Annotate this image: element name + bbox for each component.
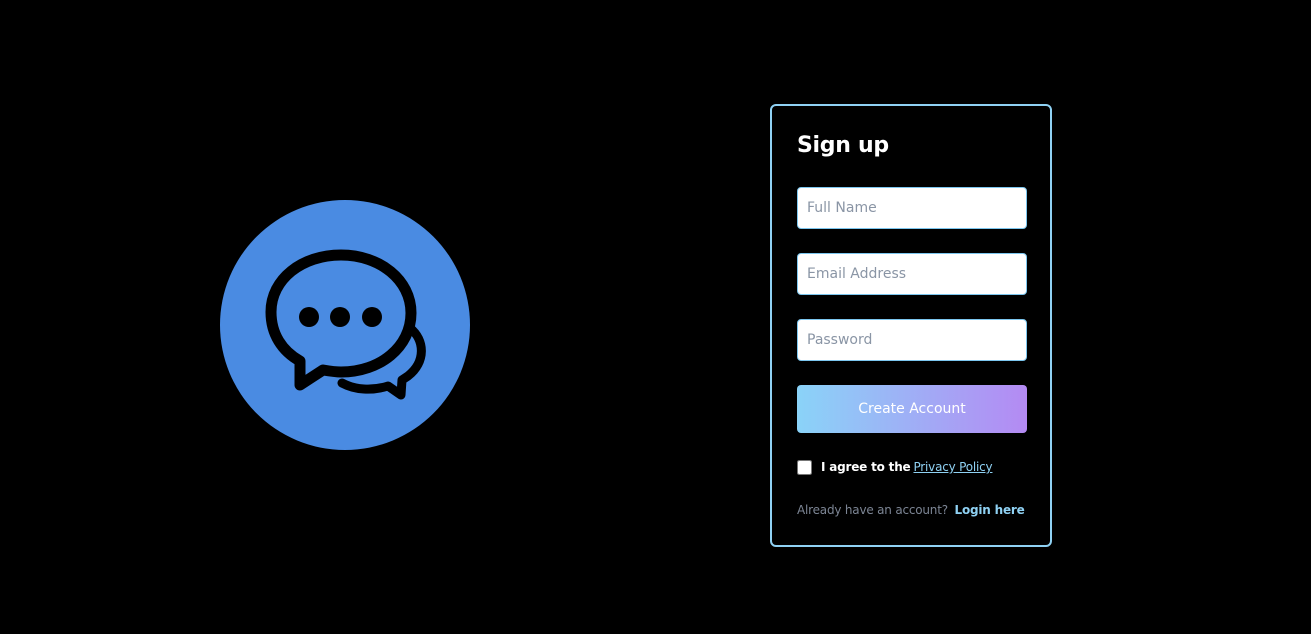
privacy-policy-link[interactable]: Privacy Policy [913, 460, 992, 474]
chat-logo [220, 200, 470, 450]
create-account-button[interactable]: Create Account [797, 385, 1027, 433]
agree-label: I agree to the [821, 460, 911, 474]
login-prompt: Already have an account? [797, 503, 948, 517]
signup-card: Sign up Create Account I agree to the Pr… [770, 104, 1052, 547]
agree-checkbox[interactable] [797, 459, 812, 475]
login-row: Already have an account? Login here [797, 503, 1025, 517]
chat-bubbles-icon [265, 249, 426, 400]
page: Sign up Create Account I agree to the Pr… [0, 0, 1311, 634]
password-input[interactable] [797, 319, 1027, 361]
full-name-input[interactable] [797, 187, 1027, 229]
email-input[interactable] [797, 253, 1027, 295]
agree-row: I agree to the Privacy Policy [797, 459, 993, 475]
signup-title: Sign up [797, 133, 889, 158]
login-link[interactable]: Login here [955, 503, 1025, 517]
